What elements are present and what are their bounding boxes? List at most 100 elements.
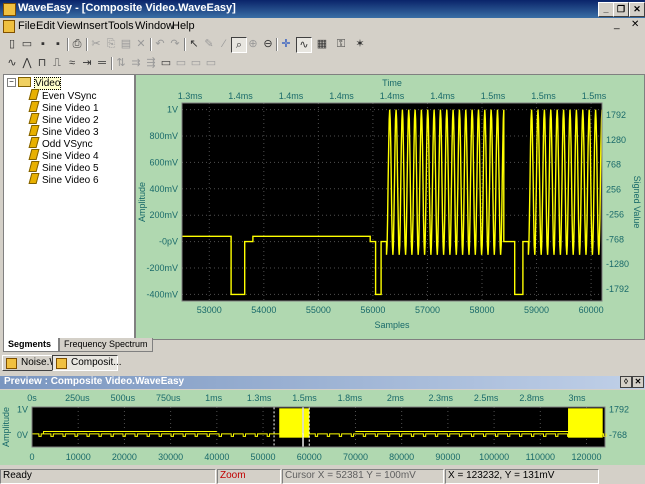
align-icon[interactable]: ⇅ <box>114 56 128 70</box>
status-position: X = 123232, Y = 131mV <box>445 469 599 484</box>
preview-x-tick-label: 70000 <box>343 452 368 462</box>
tree-item-sine-video-6[interactable]: Sine Video 6 <box>28 173 99 186</box>
pencil-icon[interactable]: ✎ <box>202 37 216 51</box>
dc-icon[interactable]: ⇥ <box>80 56 94 70</box>
x-axis-title: Samples <box>374 320 410 330</box>
x-tick-label: 60000 <box>579 305 604 315</box>
preview-chart[interactable]: 0s 250us 500us 750us 1ms 1.3ms 1.5ms 1.8ms 2ms 2.… <box>0 390 645 465</box>
tree-collapse-icon[interactable]: − <box>7 78 16 87</box>
preview-close-button[interactable]: ✕ <box>632 376 644 388</box>
y-axis-title: Amplitude <box>137 182 147 222</box>
zoom-out-icon[interactable]: ⊖ <box>261 37 275 51</box>
segment-add-icon[interactable]: ▭ <box>159 56 173 70</box>
preview-y-axis-title: Amplitude <box>1 407 11 447</box>
crosshair-icon[interactable]: ✛ <box>279 37 293 51</box>
delete-icon[interactable]: ✕ <box>134 37 148 51</box>
restore-button[interactable]: ❐ <box>613 2 629 17</box>
preview-x-tick-label: 60000 <box>297 452 322 462</box>
menu-window[interactable]: Window <box>135 20 174 32</box>
preview-title: Preview : Composite Video.WaveEasy <box>4 376 185 387</box>
pencil-icon <box>28 101 40 112</box>
y2-tick-label: 1280 <box>606 135 626 145</box>
mdi-minimize-button[interactable]: _ <box>614 19 620 30</box>
segments-plot-panel: Time 1.3ms 1.4ms 1.4ms 1.4ms 1.4ms 1.4ms 1.5ms 1… <box>135 74 645 340</box>
preview-top-tick-label: 1.8ms <box>338 393 363 403</box>
new-icon[interactable]: ▯ <box>5 37 19 51</box>
line-draw-icon[interactable]: ⁄ <box>217 37 231 51</box>
close-button[interactable]: ✕ <box>629 2 645 17</box>
wave-toolbar: ∿ ⋀ ⊓ ⎍ ≈ ⇥ ═ ⇅ ⇉ ⇶ ▭ ▭ ▭ ▭ <box>0 55 645 73</box>
x-tick-label: 59000 <box>524 305 549 315</box>
status-ready: Ready <box>0 469 216 484</box>
status-cursor: Cursor X = 52381 Y = 100mV <box>282 469 444 484</box>
print-icon[interactable]: ⎙ <box>70 37 84 51</box>
zoom-in-icon[interactable]: ⊕ <box>246 37 260 51</box>
merge-icon[interactable]: ⇉ <box>129 56 143 70</box>
save-icon[interactable]: ▪ <box>36 37 50 51</box>
pointer-icon[interactable]: ↖ <box>187 37 201 51</box>
segment-left-icon[interactable]: ▭ <box>174 56 188 70</box>
menu-insert[interactable]: Insert <box>80 20 108 32</box>
x-tick-label: 58000 <box>469 305 494 315</box>
open-icon[interactable]: ▭ <box>20 37 34 51</box>
tab-frequency-spectrum[interactable]: Frequency Spectrum <box>59 338 153 352</box>
document-tabs: Noise.W... Composit... <box>0 354 645 371</box>
menu-file[interactable]: File <box>18 20 36 32</box>
doc-icon <box>56 358 67 369</box>
preview-x-tick-label: 90000 <box>435 452 460 462</box>
status-mode: Zoom <box>217 469 281 484</box>
preview-pin-button[interactable]: ◊ <box>620 376 632 388</box>
split-icon[interactable]: ⇶ <box>144 56 158 70</box>
top-tick-label: 1.4ms <box>228 91 253 101</box>
redo-icon[interactable]: ↷ <box>168 37 182 51</box>
properties-icon[interactable]: ▦ <box>315 37 329 51</box>
paste-icon[interactable]: ▤ <box>119 37 133 51</box>
y2-tick-label: 1792 <box>606 110 626 120</box>
segments-chart[interactable]: Time 1.3ms 1.4ms 1.4ms 1.4ms 1.4ms 1.4ms 1.5ms 1… <box>136 75 644 339</box>
window-title: WaveEasy - [Composite Video.WaveEasy] <box>18 2 236 14</box>
pencil-icon <box>28 161 40 172</box>
lock-icon[interactable]: ⚿ <box>334 37 348 51</box>
preview-x-tick-label: 120000 <box>571 452 601 462</box>
preview-x-tick-label: 80000 <box>389 452 414 462</box>
preview-burst <box>568 408 603 438</box>
cut-icon[interactable]: ✂ <box>89 37 103 51</box>
triangle-wave-icon[interactable]: ⋀ <box>20 56 34 70</box>
menu-tools[interactable]: Tools <box>108 20 134 32</box>
segment-right-icon[interactable]: ▭ <box>189 56 203 70</box>
square-wave-icon[interactable]: ⊓ <box>35 56 49 70</box>
menu-edit[interactable]: Edit <box>36 20 55 32</box>
menu-view[interactable]: View <box>57 20 81 32</box>
undo-icon[interactable]: ↶ <box>153 37 167 51</box>
y-tick-label: 400mV <box>149 184 178 194</box>
wave-view-icon[interactable]: ∿ <box>296 37 312 53</box>
doc-tab-composite[interactable]: Composit... <box>52 355 122 371</box>
x-tick-label: 53000 <box>197 305 222 315</box>
tab-segments[interactable]: Segments <box>3 338 59 352</box>
preview-top-tick-label: 1ms <box>205 393 223 403</box>
zoom-icon[interactable]: ⌕ <box>231 37 247 53</box>
sine-wave-icon[interactable]: ∿ <box>5 56 19 70</box>
top-tick-label: 1.4ms <box>279 91 304 101</box>
preview-x-tick-label: 50000 <box>251 452 276 462</box>
y2-tick-label: 768 <box>606 160 621 170</box>
minimize-button[interactable]: _ <box>598 2 614 17</box>
y2-tick-label: -1792 <box>606 284 629 294</box>
wand-icon[interactable]: ✶ <box>353 37 367 51</box>
preview-y2-tick-label: -768 <box>609 430 627 440</box>
save-all-icon[interactable]: ▪ <box>51 37 65 51</box>
menu-bar: File Edit View Insert Tools Window Help … <box>0 18 645 35</box>
preview-x-tick-label: 30000 <box>158 452 183 462</box>
tree-root-video[interactable]: Video <box>18 77 62 90</box>
y-tick-label: -0pV <box>159 237 178 247</box>
flat-icon[interactable]: ═ <box>95 56 109 70</box>
copy-icon[interactable]: ⎘ <box>104 37 118 51</box>
pulse-icon[interactable]: ⎍ <box>50 56 64 70</box>
preview-top-tick-label: 2.5ms <box>474 393 499 403</box>
noise-icon[interactable]: ≈ <box>65 56 79 70</box>
status-bar: Ready Zoom Cursor X = 52381 Y = 100mV X … <box>0 469 645 484</box>
preview-burst <box>303 408 310 438</box>
mdi-close-button[interactable]: ✕ <box>631 19 639 30</box>
segment-remove-icon[interactable]: ▭ <box>204 56 218 70</box>
menu-help[interactable]: Help <box>172 20 195 32</box>
